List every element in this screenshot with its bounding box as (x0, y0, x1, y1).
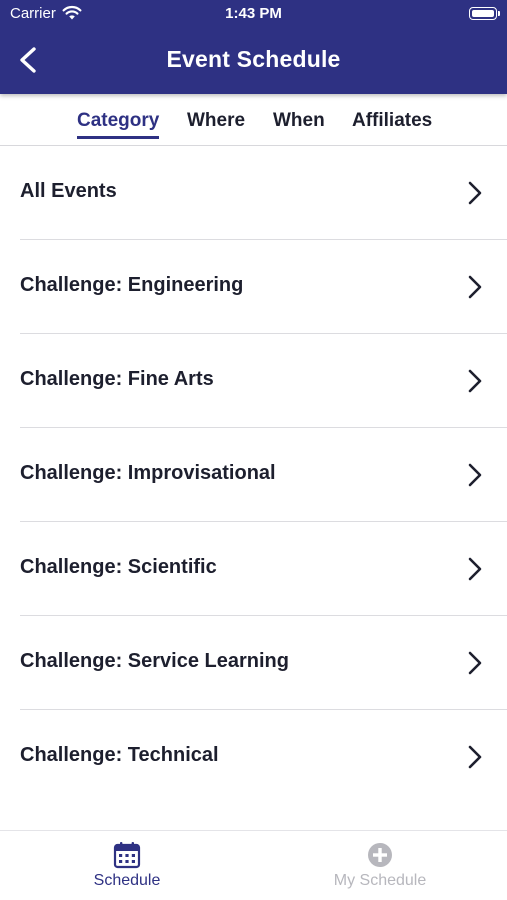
bottom-tab-bar: Schedule My Schedule (0, 830, 507, 900)
tabbar-schedule-label: Schedule (93, 872, 161, 889)
chevron-right-icon (468, 557, 482, 581)
chevron-right-icon (468, 745, 482, 769)
list-item-label: Challenge: Technical (20, 744, 219, 766)
tabbar-my-schedule-label: My Schedule (333, 872, 427, 889)
list-item[interactable]: Challenge: Improvisational (0, 428, 507, 522)
list-item[interactable]: Challenge: Engineering (0, 240, 507, 334)
status-bar: Carrier 1:43 PM (0, 0, 507, 28)
tab-affiliates[interactable]: Affiliates (352, 110, 432, 132)
page-title: Event Schedule (166, 46, 341, 72)
navigation-header: Carrier 1:43 PM Event Schedule (0, 0, 507, 94)
chevron-right-icon (468, 369, 482, 393)
status-time: 1:43 PM (225, 5, 282, 22)
list-item-label: All Events (20, 180, 117, 202)
chevron-right-icon (468, 463, 482, 487)
chevron-right-icon (468, 275, 482, 299)
list-item[interactable]: Challenge: Fine Arts (0, 334, 507, 428)
tabbar-my-schedule[interactable]: My Schedule (300, 841, 460, 890)
category-tabs: Category Where When Affiliates (0, 94, 507, 146)
list-item-label: Challenge: Fine Arts (20, 368, 214, 390)
category-list: All Events Challenge: Engineering Challe… (0, 146, 507, 804)
list-item[interactable]: All Events (0, 146, 507, 240)
tab-where[interactable]: Where (187, 110, 245, 132)
list-item-label: Challenge: Engineering (20, 274, 244, 296)
list-item-label: Challenge: Improvisational (20, 462, 276, 484)
chevron-right-icon (468, 181, 482, 205)
list-item-label: Challenge: Scientific (20, 556, 217, 578)
list-item[interactable]: Challenge: Technical (0, 710, 507, 804)
list-item-label: Challenge: Service Learning (20, 650, 289, 672)
tabbar-schedule[interactable]: Schedule (47, 841, 207, 890)
calendar-icon (113, 842, 141, 869)
tab-when[interactable]: When (273, 110, 325, 132)
list-item[interactable]: Challenge: Service Learning (0, 616, 507, 710)
tab-category[interactable]: Category (77, 110, 160, 139)
plus-circle-icon (368, 843, 392, 867)
list-item[interactable]: Challenge: Scientific (0, 522, 507, 616)
battery-icon (469, 7, 500, 20)
chevron-right-icon (468, 651, 482, 675)
